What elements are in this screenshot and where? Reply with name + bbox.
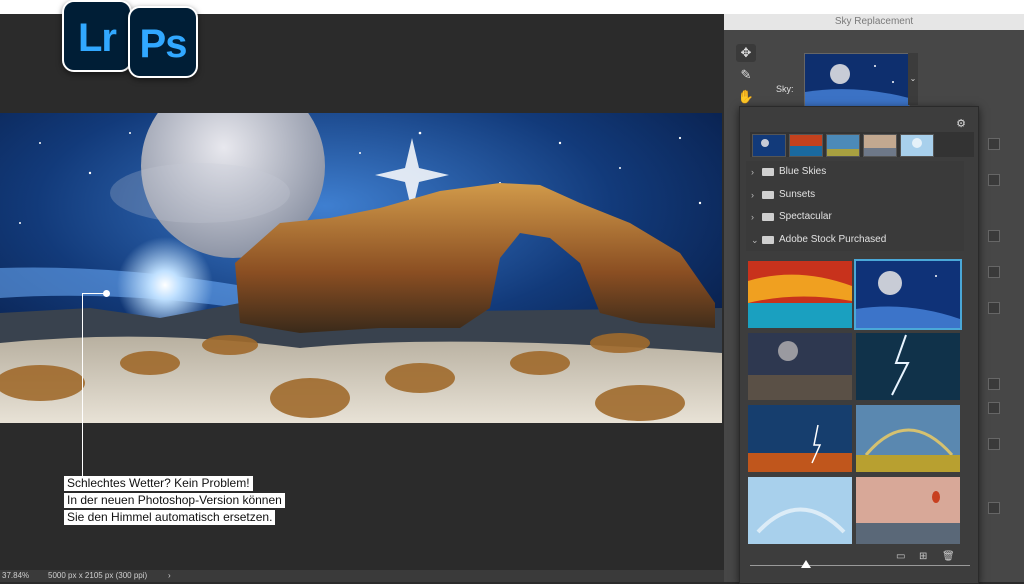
status-bar: 37.84% 5000 px x 2105 px (300 ppi) › (0, 570, 724, 582)
lightroom-label: Lr (78, 16, 117, 60)
landscape-image (0, 113, 722, 423)
sky-dropdown-chevron-icon[interactable]: ⌄ (908, 53, 918, 105)
background-control (988, 230, 1000, 242)
sky-thumbnail[interactable] (856, 333, 960, 400)
background-control (988, 378, 1000, 390)
sky-label: Sky: (776, 84, 794, 94)
recent-sky-thumbnail[interactable] (900, 134, 934, 157)
folder-label: Sunsets (779, 188, 816, 200)
caption-box: Schlechtes Wetter? Kein Problem! In der … (64, 476, 285, 527)
caption-line: Schlechtes Wetter? Kein Problem! (64, 476, 253, 491)
chevron-right-icon[interactable]: › (751, 206, 754, 228)
callout-line (82, 293, 83, 477)
sky-folder-list: › Blue Skies › Sunsets › Spectacular ⌄ A… (746, 161, 964, 251)
sky-thumbnail[interactable] (856, 405, 960, 472)
folder-adobe-stock-purchased[interactable]: ⌄ Adobe Stock Purchased (746, 228, 964, 251)
photoshop-app-icon: Ps (128, 6, 198, 78)
dialog-title: Sky Replacement (724, 14, 1024, 30)
recent-sky-thumbnail[interactable] (826, 134, 860, 157)
background-control (988, 502, 1000, 514)
sky-replacement-dialog: Sky Replacement ✥ ✎ ✋ Sky: ⌄ ⚙ › Blue Sk… (724, 14, 1024, 584)
status-arrow[interactable]: › (168, 570, 171, 582)
move-icon[interactable]: ✥ (736, 44, 756, 62)
sky-thumbnail[interactable] (748, 405, 852, 472)
caption-line: Sie den Himmel automatisch ersetzen. (64, 510, 276, 525)
trash-icon[interactable]: 🗑 (942, 551, 955, 562)
folder-label: Blue Skies (779, 166, 827, 177)
hand-icon[interactable]: ✋ (736, 88, 756, 106)
folder-open-icon (762, 235, 774, 244)
zoom-level[interactable]: 37.84% (2, 570, 29, 582)
background-control (988, 302, 1000, 314)
folder-label: Spectacular (779, 211, 832, 222)
new-icon[interactable]: ⊞ (919, 551, 927, 562)
callout-dot (103, 290, 110, 297)
sky-preview-thumbnail[interactable] (804, 53, 910, 107)
sky-thumbnail[interactable] (748, 477, 852, 544)
gear-icon[interactable]: ⚙ (956, 117, 966, 130)
popover-footer: ▭ ⊞ 🗑 (740, 549, 978, 583)
background-control (988, 266, 1000, 278)
chevron-down-icon[interactable]: ⌄ (751, 229, 759, 251)
chevron-right-icon[interactable]: › (751, 184, 754, 206)
recent-sky-thumbnail[interactable] (789, 134, 823, 157)
sky-thumbnail-selected[interactable] (854, 259, 962, 330)
sky-thumbnail[interactable] (748, 261, 852, 328)
folder-icon (762, 168, 774, 176)
recent-sky-thumbnail[interactable] (752, 134, 786, 157)
sky-thumbnail-grid (746, 257, 964, 547)
document-image (0, 113, 722, 423)
folder-icon[interactable]: ▭ (896, 551, 905, 562)
background-control (988, 174, 1000, 186)
folder-icon (762, 190, 774, 199)
folder-icon (762, 213, 774, 221)
folder-label: Adobe Stock Purchased (779, 233, 887, 245)
photoshop-label: Ps (139, 22, 188, 66)
folder-sunsets[interactable]: › Sunsets (746, 183, 964, 206)
recent-sky-thumbnail[interactable] (863, 134, 897, 157)
sky-presets-popover: ⚙ › Blue Skies › Sunsets › Spectacular ⌄… (739, 106, 979, 584)
brush-icon[interactable]: ✎ (736, 66, 756, 84)
chevron-right-icon[interactable]: › (751, 161, 754, 183)
folder-spectacular[interactable]: › Spectacular (746, 206, 964, 229)
lightroom-app-icon: Lr (62, 0, 132, 72)
caption-line: In der neuen Photoshop-Version können (64, 493, 285, 508)
slider-handle[interactable] (801, 560, 811, 568)
sky-thumbnail[interactable] (856, 477, 960, 544)
sky-thumbnail[interactable] (748, 333, 852, 400)
document-info: 5000 px x 2105 px (300 ppi) (48, 571, 148, 580)
folder-blue-skies[interactable]: › Blue Skies (746, 161, 964, 184)
background-control (988, 402, 1000, 414)
background-control (988, 438, 1000, 450)
thumbnail-size-slider[interactable] (750, 565, 970, 566)
background-control (988, 138, 1000, 150)
